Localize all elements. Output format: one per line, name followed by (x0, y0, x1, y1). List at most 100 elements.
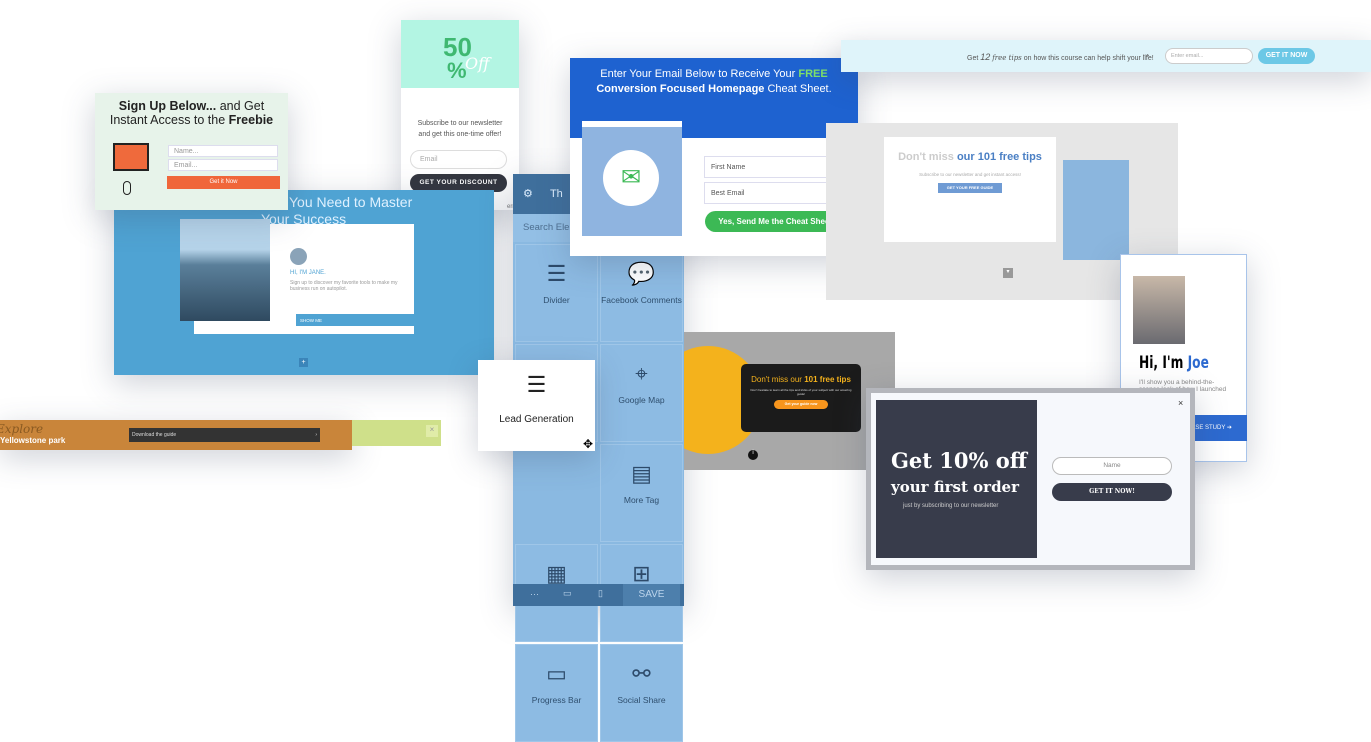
signup-popup: Sign Up Below... and Get Instant Access … (95, 93, 288, 210)
tips-gray-title: Don't miss our 101 free tips (884, 151, 1056, 163)
master-greeting: HI, I'M JANE. (290, 270, 326, 276)
master-popup: You Need to Master Your Success HI, I'M … (114, 190, 494, 375)
lead-generation-icon: ☰ (526, 372, 547, 397)
element-tile-progress-bar[interactable]: ▭ Progress Bar (515, 644, 598, 742)
order-dark-panel: Get 10% off your first order just by sub… (876, 400, 1037, 558)
get-it-now-button[interactable]: GET IT NOW (1258, 48, 1315, 64)
discount-off: Off (465, 54, 490, 73)
element-tile-label: Google Map (618, 395, 665, 405)
close-icon[interactable]: × (426, 425, 438, 437)
map-pin-icon: ⌖ (635, 361, 648, 386)
element-tile-label: Progress Bar (531, 695, 582, 705)
joe-hi: Hi, I'm (1139, 353, 1188, 373)
element-tile-google-map[interactable]: ⌖ Google Map (600, 344, 683, 442)
show-me-button[interactable]: SHOW ME (296, 314, 419, 326)
more-icon[interactable]: ··· (530, 589, 539, 599)
top-bar-popup: Get 12 free tips on how this course can … (841, 40, 1371, 72)
top-bar-text: Get 12 free tips on how this course can … (967, 52, 1154, 62)
lead-generation-card[interactable]: ☰ Lead Generation ✥ (478, 360, 595, 451)
element-tile-facebook-comments[interactable]: 💬 Facebook Comments (600, 244, 683, 342)
joe-name: Joe (1187, 353, 1209, 373)
get-guide-button[interactable]: Get your guide now (774, 400, 828, 409)
divider-icon: ☰ (546, 261, 567, 286)
top-bar-script: free tips (992, 54, 1022, 62)
yellowstone-extension: × (352, 420, 441, 446)
element-tile-label: Social Share (617, 695, 666, 705)
signup-subtitle: Instant Access to the Freebie (95, 113, 288, 127)
yellowstone-bar: Explore Yellowstone park Download the gu… (0, 420, 352, 450)
signup-freebie: Freebie (228, 113, 274, 127)
arrow-circle-icon: ➔ (1226, 425, 1232, 431)
tips-dark-popup: Don't miss our 101 free tips Don't hesit… (684, 332, 895, 470)
close-icon[interactable]: × (1178, 398, 1183, 408)
cheat-title-1: Enter Your Email Below to Receive Your (600, 68, 799, 80)
cheat-sheet-popup: Enter Your Email Below to Receive Your F… (570, 58, 858, 256)
tips-dark-title-pre: Don't miss our (751, 375, 805, 384)
page-settings-icon[interactable]: ▯ (598, 588, 603, 599)
arrow-right-icon: → (1141, 49, 1151, 60)
top-bar-num: 12 (980, 52, 991, 62)
panel-title: Th (549, 188, 563, 200)
envelope-icon (113, 143, 149, 171)
discount-text: Subscribe to our newsletter and get this… (417, 120, 503, 138)
save-button[interactable]: SAVE (623, 584, 680, 606)
signup-title-rest: and Get (216, 99, 265, 113)
master-desc: Sign up to discover my favorite tools to… (290, 280, 398, 292)
more-tag-icon: ▤ (631, 461, 652, 486)
master-title-1: You Need to Master (289, 194, 413, 210)
joe-photo (1133, 276, 1185, 344)
signup-email-input[interactable]: Email... (168, 159, 278, 171)
tips-gray-card: Don't miss our 101 free tips Subscribe t… (884, 137, 1056, 242)
yellowstone-title: Yellowstone park (0, 436, 66, 445)
free-guide-button[interactable]: GET YOUR FREE GUIDE (938, 183, 1002, 193)
progress-bar-icon: ▭ (546, 661, 567, 686)
tips-dark-title-bold: 101 free tips (804, 375, 851, 384)
tips-gray-title-gray: Don't miss (898, 151, 957, 163)
element-tile-divider[interactable]: ☰ Divider (515, 244, 598, 342)
discount-popup: 50 % Off Subscribe to our newsletter and… (401, 20, 520, 210)
add-icon[interactable]: + (299, 358, 308, 367)
tips-gray-sub: Subscribe to our newsletter and get inst… (919, 172, 1021, 177)
yellowstone-script: Explore (0, 422, 44, 436)
order-title-1: Get 10% off (891, 448, 1028, 473)
gear-icon[interactable]: ⚙ (523, 188, 533, 200)
lead-generation-label: Lead Generation (499, 414, 574, 425)
top-bar-email-input[interactable]: Enter email... (1165, 48, 1253, 64)
envelope-check-icon: ✉ (603, 150, 659, 206)
element-tile-label: More Tag (623, 495, 660, 505)
element-tile-label: Divider (543, 295, 570, 305)
order-get-it-now-button[interactable]: GET IT NOW! (1052, 483, 1172, 501)
element-tile-more-tag[interactable]: ▤ More Tag (600, 444, 683, 542)
order-sub: just by subscribing to our newsletter (903, 503, 999, 509)
facebook-comments-icon: 💬 (627, 261, 656, 286)
responsive-icon[interactable]: ▭ (563, 588, 572, 599)
signup-name-input[interactable]: Name... (168, 145, 278, 157)
signup-line2: Instant Access to the (109, 113, 229, 127)
discount-email-input[interactable]: Email (410, 150, 507, 169)
element-tile-label: Facebook Comments (601, 295, 682, 305)
element-tile-social-share[interactable]: ⚯ Social Share (600, 644, 683, 742)
discount-header: 50 % Off (401, 20, 519, 88)
cheat-title-rest: Cheat Sheet. (764, 83, 832, 95)
joe-title: Hi, I'm Joe (1139, 353, 1209, 373)
signup-title-bold: Sign Up Below... (118, 99, 217, 113)
discount-pct: % (447, 58, 467, 83)
order-popup: Get 10% off your first order just by sub… (866, 388, 1195, 570)
move-icon[interactable]: ✥ (583, 437, 593, 451)
top-bar-pre: Get (967, 55, 981, 62)
order-name-input[interactable]: Name (1052, 457, 1172, 475)
order-title-2: your first order (891, 478, 1019, 496)
info-icon[interactable]: i (748, 450, 758, 460)
panel-footer: ··· ▭ ▯ SAVE (513, 584, 684, 606)
download-guide-label: Download the guide (132, 432, 177, 438)
tips-gray-title-blue: our 101 free tips (956, 151, 1042, 163)
mouse-icon (123, 181, 131, 195)
download-guide-button[interactable]: Download the guide › (129, 428, 320, 442)
orange-image (1063, 160, 1129, 260)
cheat-title-bold: Conversion Focused Homepage (596, 83, 765, 95)
signup-button[interactable]: Get it Now (167, 176, 280, 189)
master-photo (180, 219, 270, 321)
collapse-icon[interactable]: ▾ (1003, 268, 1013, 278)
top-bar-post: on how this course can help shift your l… (1021, 55, 1154, 62)
tips-dark-sub: Don't hesitate to learn all the tips and… (750, 388, 852, 396)
